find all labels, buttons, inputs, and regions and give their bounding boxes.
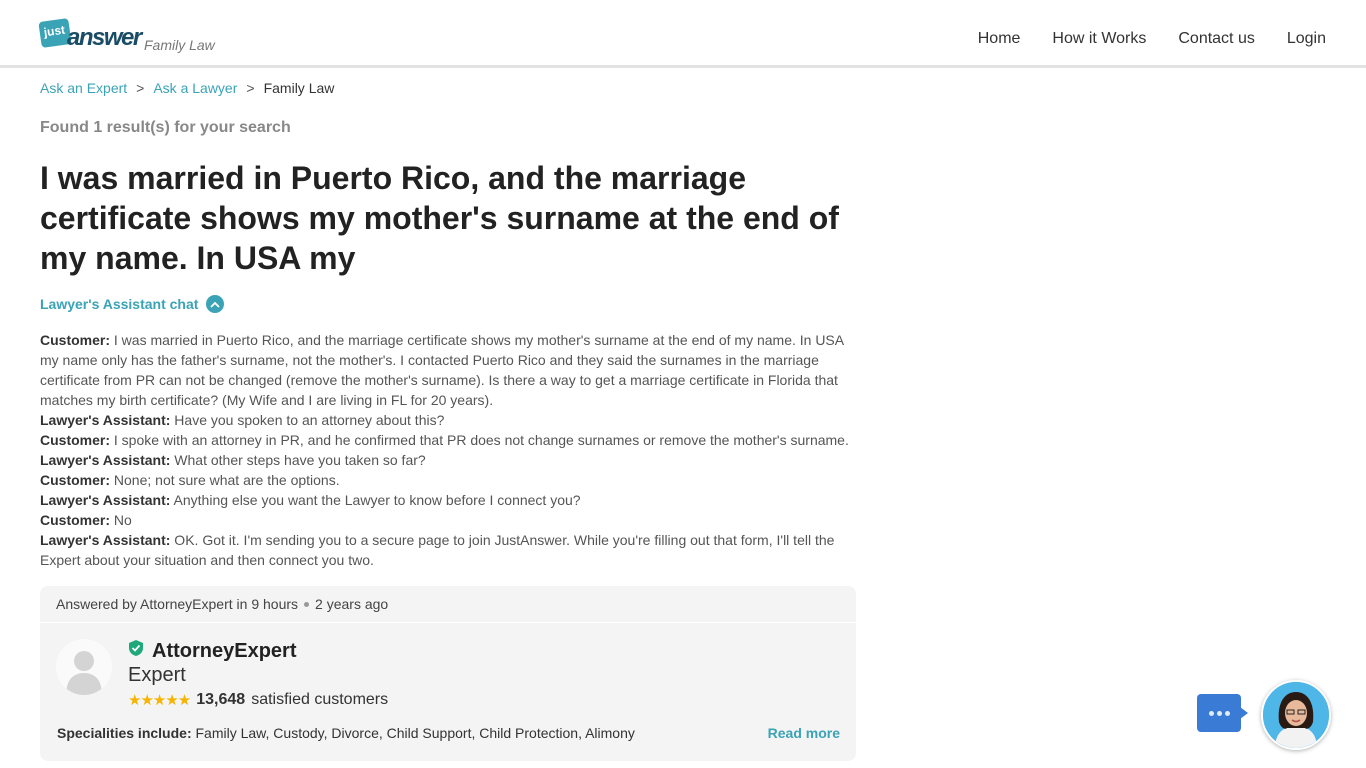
chat-text: None; not sure what are the options. [110,472,340,488]
chat-text: Have you spoken to an attorney about thi… [170,412,445,428]
expert-name[interactable]: AttorneyExpert [152,640,296,663]
answer-meta: Answered by AttorneyExpert in 9 hours 2 … [40,586,856,623]
answer-card: Answered by AttorneyExpert in 9 hours 2 … [40,586,856,761]
nav-how-it-works[interactable]: How it Works [1052,30,1146,48]
chat-text: No [110,512,132,528]
chat-message: Customer: None; not sure what are the op… [40,470,855,490]
question-title: I was married in Puerto Rico, and the ma… [40,160,839,276]
read-more-link[interactable]: Read more [768,725,840,741]
chat-speaker: Customer: [40,332,111,348]
expert-specialities: Specialities include: Family Law, Custod… [57,725,635,741]
chat-text: I was married in Puerto Rico, and the ma… [40,332,844,408]
ellipsis-icon [1208,710,1214,716]
chat-widget-bubble[interactable] [1197,694,1248,732]
chat-speaker: Lawyer's Assistant: [40,492,171,508]
chat-text: What other steps have you taken so far? [170,452,426,468]
chat-speaker: Lawyer's Assistant: [40,452,171,468]
logo-category: Family Law [144,37,215,53]
breadcrumb-ask-a-lawyer[interactable]: Ask a Lawyer [153,80,237,96]
chat-message: Customer: I was married in Puerto Rico, … [40,330,855,410]
site-header: just answer Family Law Home How it Works… [0,0,1366,68]
breadcrumb-separator: > [136,80,145,96]
answer-time-ago: 2 years ago [315,596,389,612]
nav-contact-us[interactable]: Contact us [1178,30,1254,48]
breadcrumb-family-law: Family Law [263,80,335,96]
chat-message: Customer: No [40,510,855,530]
nav-home[interactable]: Home [978,30,1021,48]
chat-text: Anything else you want the Lawyer to kno… [170,492,581,508]
chat-speaker: Lawyer's Assistant: [40,532,171,548]
chat-speaker: Customer: [40,432,111,448]
chat-message: Lawyer's Assistant: What other steps hav… [40,450,855,470]
answered-by: Answered by AttorneyExpert in 9 hours [56,596,299,612]
breadcrumb-ask-an-expert[interactable]: Ask an Expert [40,80,127,96]
logo-wordmark: answer [67,24,142,51]
chat-message: Customer: I spoke with an attorney in PR… [40,430,855,450]
nav-login[interactable]: Login [1287,30,1326,48]
assistant-chat-toggle[interactable]: Lawyer's Assistant chat [40,295,225,313]
specialities-list: Family Law, Custody, Divorce, Child Supp… [195,725,635,741]
expert-title: Expert [128,664,186,686]
chat-speaker: Customer: [40,512,111,528]
dot-separator-icon [304,601,310,607]
assistant-chat-label: Lawyer's Assistant chat [40,296,199,312]
satisfied-label: satisfied customers [251,691,389,708]
verified-shield-icon [128,639,144,663]
chat-message: Lawyer's Assistant: Have you spoken to a… [40,410,855,430]
chevron-up-icon[interactable] [206,295,225,313]
search-result-count: Found 1 result(s) for your search [40,119,291,136]
chat-text: I spoke with an attorney in PR, and he c… [110,432,849,448]
expert-name-row: AttorneyExpert [128,639,296,663]
chat-agent-avatar[interactable] [1261,680,1331,750]
chat-message: Lawyer's Assistant: OK. Got it. I'm send… [40,530,855,570]
breadcrumb-separator: > [246,80,255,96]
star-rating-icon: ★★★★★ [128,692,191,709]
expert-rating: ★★★★★ 13,648 satisfied customers [128,691,388,709]
expert-avatar [56,639,112,695]
satisfied-count: 13,648 [196,691,246,708]
chat-speaker: Lawyer's Assistant: [40,412,171,428]
specialities-label: Specialities include: [57,725,192,741]
chat-speaker: Customer: [40,472,111,488]
assistant-chat-transcript: Customer: I was married in Puerto Rico, … [40,330,855,570]
breadcrumb: Ask an Expert > Ask a Lawyer > Family La… [40,80,334,96]
top-nav: Home How it Works Contact us Login [978,30,1326,48]
chat-message: Lawyer's Assistant: Anything else you wa… [40,490,855,510]
